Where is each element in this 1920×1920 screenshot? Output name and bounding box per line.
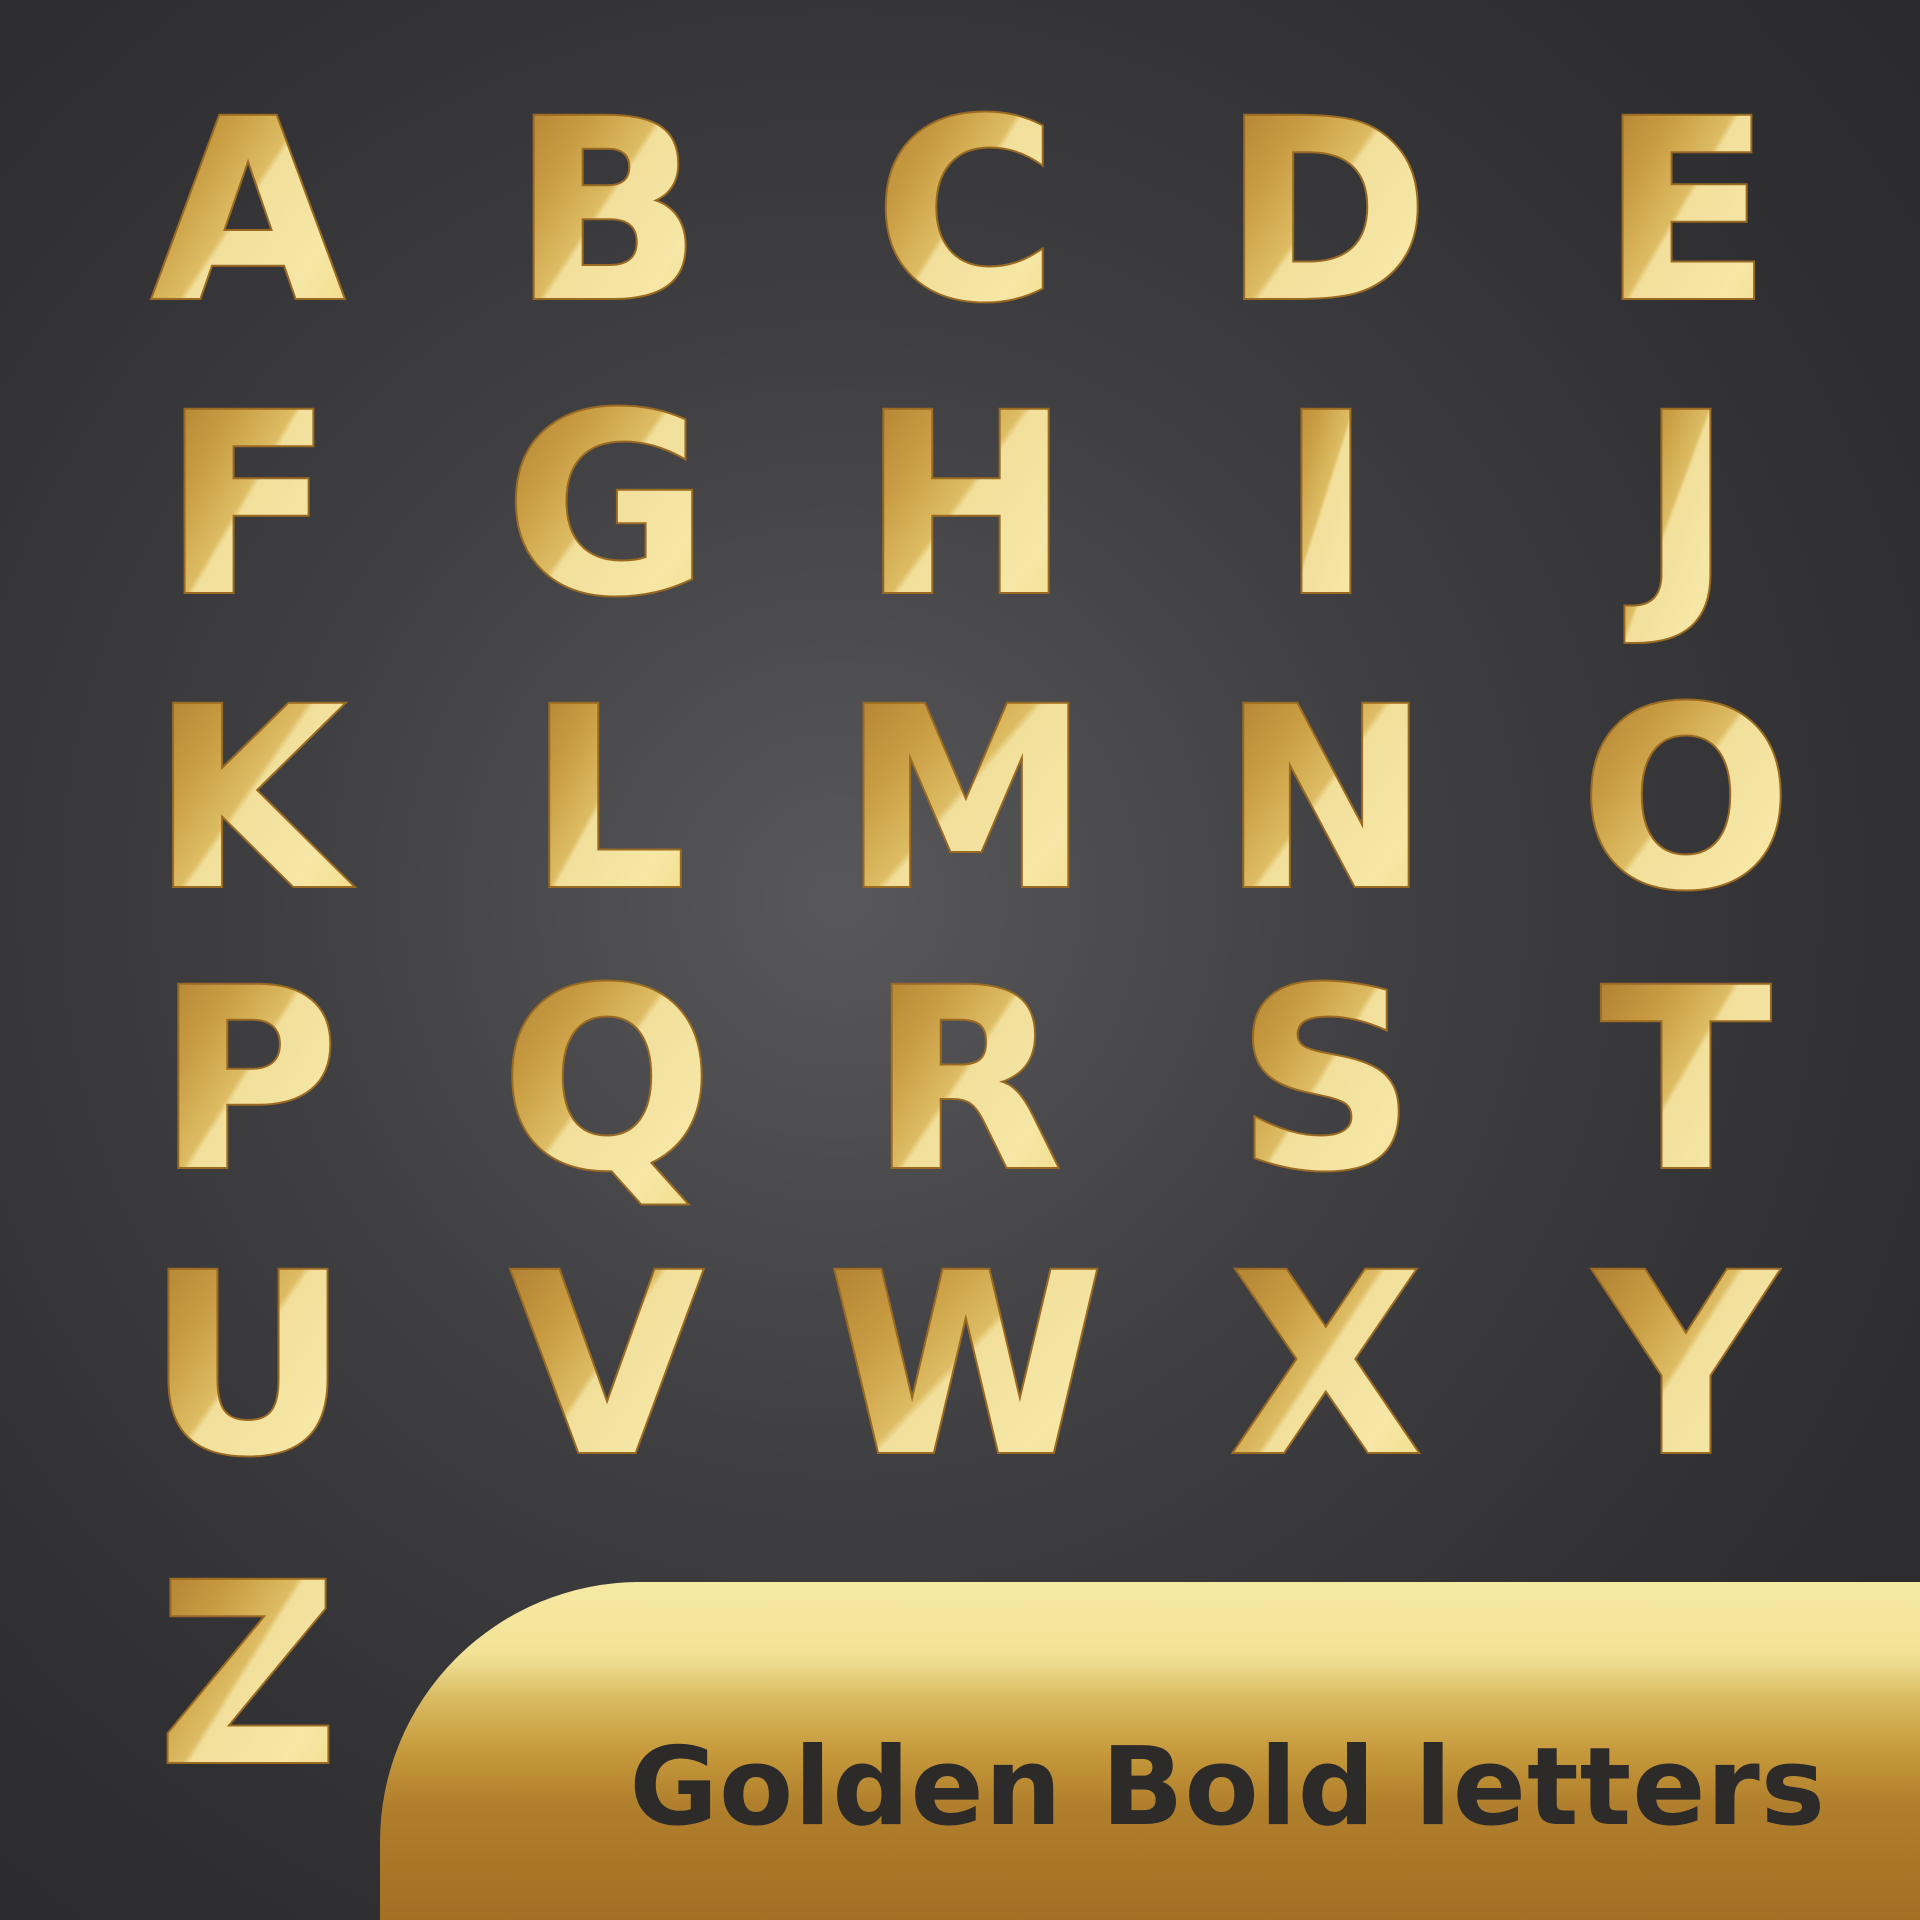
- letter-r: R: [870, 935, 1063, 1226]
- letter-v: V: [510, 1220, 703, 1511]
- title-banner: Golden Bold letters: [380, 1582, 1920, 1920]
- letter-s: S: [1236, 935, 1416, 1226]
- letter-j: J: [1624, 360, 1732, 651]
- letter-a: A: [151, 66, 344, 357]
- letter-h: H: [861, 360, 1070, 651]
- letter-x: X: [1230, 1220, 1423, 1511]
- letter-f: F: [163, 360, 334, 651]
- letter-i: I: [1279, 360, 1372, 651]
- letter-w: W: [828, 1220, 1104, 1511]
- letter-l: L: [527, 654, 686, 945]
- letter-z: Z: [157, 1530, 338, 1821]
- letter-d: D: [1222, 66, 1430, 357]
- letters-group: A B C D E F G H I J K L M N O P Q R S T U V W X Y Z: [144, 64, 1794, 1823]
- letter-y: Y: [1592, 1220, 1779, 1511]
- letter-q: Q: [501, 935, 714, 1226]
- letter-b: B: [512, 66, 703, 357]
- letter-n: N: [1221, 654, 1430, 945]
- letter-c: C: [874, 66, 1057, 357]
- letter-m: M: [842, 654, 1091, 945]
- letter-e: E: [1601, 66, 1772, 357]
- poster: ABCDE FGHIJ KLMNO PQRST UVWXY Z Golden Bold l…: [0, 0, 1920, 1920]
- letter-k: K: [151, 654, 353, 945]
- letter-u: U: [146, 1220, 349, 1511]
- letter-g: G: [504, 360, 709, 651]
- letter-o: O: [1580, 654, 1793, 945]
- banner-title: Golden Bold letters: [629, 1725, 1826, 1850]
- letter-p: P: [156, 935, 339, 1226]
- letter-t: T: [1601, 935, 1772, 1226]
